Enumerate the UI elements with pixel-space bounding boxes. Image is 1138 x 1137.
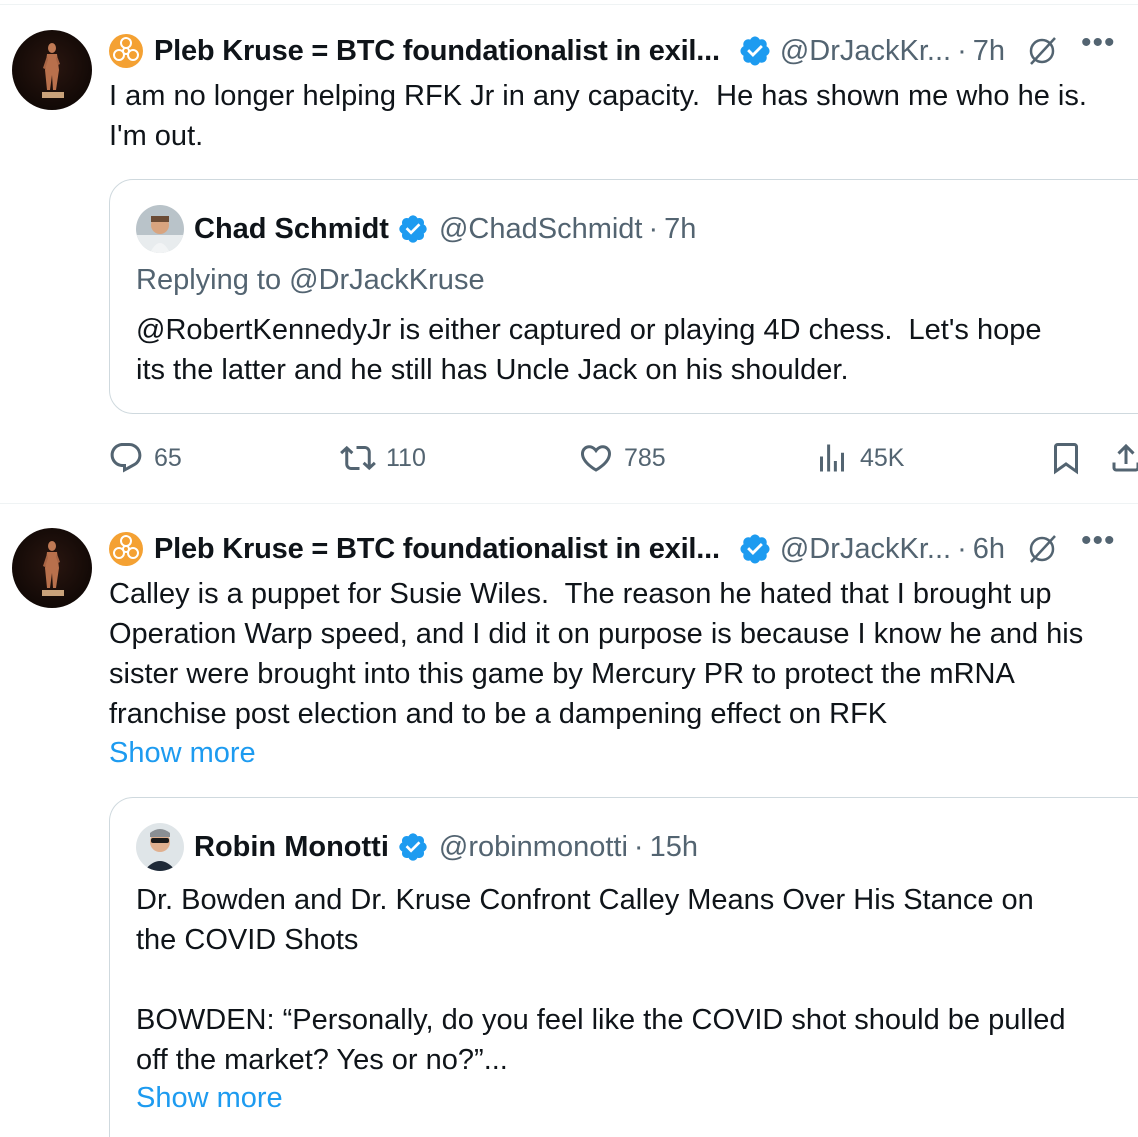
share-button[interactable] (1108, 440, 1138, 476)
timestamp[interactable]: 7h (973, 35, 1005, 68)
quote-author-name: Chad Schmidt (194, 212, 389, 245)
separator-dot: · (957, 532, 967, 565)
timestamp[interactable]: 6h (973, 533, 1005, 566)
separator-dot: · (648, 212, 659, 245)
top-divider (0, 4, 1138, 5)
show-more-link[interactable]: Show more (109, 737, 256, 770)
view-count: 45K (860, 443, 905, 472)
bookmark-button[interactable] (1048, 440, 1094, 476)
verified-badge-icon (399, 215, 427, 243)
share-icon (1112, 443, 1138, 472)
avatar[interactable] (12, 528, 92, 608)
grok-icon[interactable] (1025, 34, 1059, 68)
more-options-icon[interactable]: ••• (1081, 26, 1116, 60)
statue-image (42, 541, 64, 596)
reply-button[interactable]: 65 (108, 440, 182, 476)
quote-header: Chad Schmidt @ChadSchmidt · 7h (136, 205, 696, 253)
analytics-icon (820, 444, 844, 472)
verified-badge-icon[interactable] (738, 532, 772, 566)
tweet-text: Calley is a puppet for Susie Wiles. The … (109, 578, 1084, 730)
repost-icon (340, 445, 376, 471)
avatar[interactable] (12, 30, 92, 110)
quote-text: Dr. Bowden and Dr. Kruse Confront Calley… (136, 884, 1066, 1076)
quote-show-more-link[interactable]: Show more (136, 1082, 283, 1115)
separator-dot: · (957, 34, 967, 67)
statue-image (42, 43, 64, 98)
tweet-actions: 65 110 785 45K (108, 440, 1138, 480)
quote-timestamp: 7h (664, 212, 697, 245)
quote-timestamp: 15h (649, 830, 698, 863)
biohazard-icon (109, 532, 143, 566)
quoted-tweet[interactable]: Robin Monotti @robinmonotti · 15h Dr. Bo… (109, 797, 1138, 1137)
quote-author-handle: @ChadSchmidt (438, 212, 643, 245)
quote-author-name: Robin Monotti (194, 830, 389, 863)
quote-author-handle: @robinmonotti (438, 830, 628, 863)
bookmark-icon (1054, 443, 1078, 475)
views-button[interactable]: 45K (814, 440, 904, 476)
quote-avatar (136, 823, 184, 871)
replying-to: Replying to @DrJackKruse (136, 264, 485, 296)
separator-dot: · (633, 830, 644, 863)
author-handle[interactable]: @DrJackKr... (780, 35, 951, 68)
verified-badge-icon (399, 833, 427, 861)
reply-icon (110, 443, 142, 473)
tweet-header: Pleb Kruse = BTC foundationalist in exil… (108, 26, 1116, 71)
more-options-icon[interactable]: ••• (1081, 524, 1116, 558)
tweet-text: I am no longer helping RFK Jr in any cap… (109, 80, 1087, 152)
biohazard-icon (109, 34, 143, 68)
repost-count: 110 (386, 443, 426, 472)
author-name[interactable]: Pleb Kruse = BTC foundationalist in exil… (154, 35, 720, 68)
quote-text: @RobertKennedyJr is either captured or p… (136, 314, 1042, 386)
like-count: 785 (624, 443, 666, 472)
heart-icon (580, 445, 612, 472)
reply-count: 65 (154, 443, 182, 472)
quoted-tweet[interactable]: Chad Schmidt @ChadSchmidt · 7h Replying … (109, 179, 1138, 414)
like-button[interactable]: 785 (578, 440, 666, 476)
verified-badge-icon[interactable] (738, 34, 772, 68)
tweet-divider (0, 503, 1138, 504)
quote-header: Robin Monotti @robinmonotti · 15h (136, 823, 698, 871)
grok-icon[interactable] (1025, 532, 1059, 566)
author-name[interactable]: Pleb Kruse = BTC foundationalist in exil… (154, 533, 720, 566)
quote-avatar (136, 205, 184, 253)
author-handle[interactable]: @DrJackKr... (780, 533, 951, 566)
repost-button[interactable]: 110 (340, 440, 426, 476)
tweet-header: Pleb Kruse = BTC foundationalist in exil… (108, 524, 1116, 569)
